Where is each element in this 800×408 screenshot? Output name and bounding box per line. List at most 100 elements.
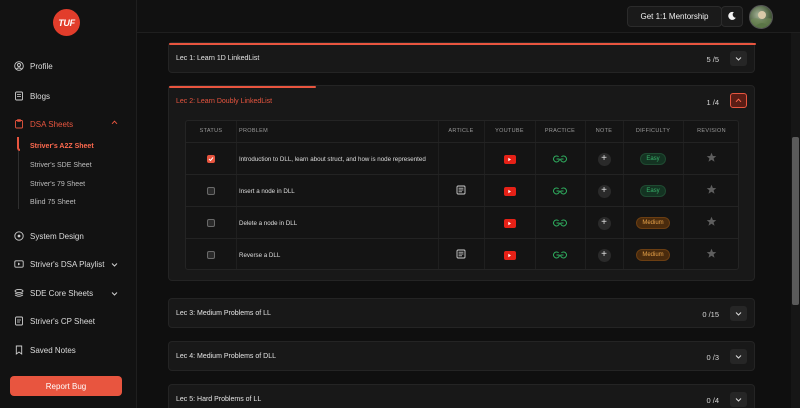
logo-text: TUF [58, 17, 75, 28]
lecture-count: 5 /5 [706, 55, 719, 64]
sidebar-item-label: Striver's CP Sheet [30, 316, 95, 326]
youtube-icon[interactable] [503, 250, 516, 260]
article-icon[interactable] [456, 182, 466, 200]
chevron-down-icon [735, 57, 742, 61]
star-icon[interactable] [706, 214, 717, 232]
submenu-active-indicator [17, 137, 20, 151]
sidebar-item-saved-notes[interactable]: Saved Notes [14, 345, 76, 355]
app-root: TUF Profile Blogs DSA Sheets Striver's A… [0, 0, 800, 408]
practice-link-icon[interactable] [552, 182, 568, 200]
check-icon [208, 157, 214, 162]
book-icon [14, 91, 24, 101]
sidebar-sheet-79[interactable]: Striver's 79 Sheet [30, 181, 85, 188]
status-checkbox[interactable] [207, 251, 215, 259]
sidebar: TUF Profile Blogs DSA Sheets Striver's A… [0, 0, 137, 408]
practice-link-icon[interactable] [552, 150, 568, 168]
star-icon[interactable] [706, 150, 717, 168]
report-bug-button[interactable]: Report Bug [10, 376, 122, 396]
sidebar-item-system-design[interactable]: System Design [14, 231, 84, 241]
status-checkbox[interactable] [207, 155, 215, 163]
sidebar-item-label: SDE Core Sheets [30, 288, 94, 298]
practice-link-icon[interactable] [552, 246, 568, 264]
star-icon[interactable] [706, 182, 717, 200]
lecture-count: 0 /3 [706, 353, 719, 362]
lecture-expand-button[interactable] [730, 392, 747, 407]
lecture-progress-bar [169, 43, 756, 45]
problem-name[interactable]: Reverse a DLL [236, 239, 438, 269]
table-row: Reverse a DLL + Medium [186, 238, 738, 269]
youtube-icon[interactable] [503, 218, 516, 228]
lecture-title: Lec 3: Medium Problems of LL [176, 310, 271, 317]
lecture-card[interactable]: Lec 4: Medium Problems of DLL 0 /3 [168, 341, 755, 371]
sidebar-item-label: System Design [30, 231, 84, 241]
column-header-status: STATUS [199, 127, 223, 134]
scrollbar-thumb[interactable] [792, 137, 799, 305]
add-note-button[interactable]: + [597, 184, 611, 198]
article-icon[interactable] [456, 246, 466, 264]
status-checkbox[interactable] [207, 187, 215, 195]
difficulty-badge: Medium [636, 217, 670, 229]
add-note-button[interactable]: + [597, 248, 611, 262]
lecture-progress-bar [169, 86, 316, 88]
sidebar-sheet-blind75[interactable]: Blind 75 Sheet [30, 199, 76, 206]
lecture-expand-button[interactable] [730, 306, 747, 321]
sidebar-item-dsa-sheets[interactable]: DSA Sheets [14, 119, 73, 129]
chevron-down-icon [735, 355, 742, 359]
lecture-card[interactable]: Lec 3: Medium Problems of LL 0 /15 [168, 298, 755, 328]
lecture-card-expanded[interactable]: Lec 2: Learn Doubly LinkedList 1 /4 STAT… [168, 85, 755, 281]
problem-name[interactable]: Delete a node in DLL [236, 207, 438, 239]
lecture-expand-button[interactable] [730, 51, 747, 66]
top-header: Get 1:1 Mentorship [137, 0, 800, 33]
chevron-down-icon [735, 398, 742, 402]
sidebar-item-cp-sheet[interactable]: Striver's CP Sheet [14, 316, 95, 326]
sidebar-item-blogs[interactable]: Blogs [14, 91, 50, 101]
main-content: Lec 1: Learn 1D LinkedList 5 /5 Lec 2: L… [137, 33, 791, 408]
user-icon [14, 61, 24, 71]
moon-icon [727, 8, 737, 26]
avatar[interactable] [749, 5, 773, 29]
sidebar-item-dsa-playlist[interactable]: Striver's DSA Playlist [14, 259, 104, 269]
lecture-title: Lec 2: Learn Doubly LinkedList [176, 98, 273, 105]
star-icon[interactable] [706, 246, 717, 264]
column-header-revision: REVISION [697, 127, 726, 134]
lecture-card[interactable]: Lec 5: Hard Problems of LL 0 /4 [168, 384, 755, 408]
lecture-collapse-button[interactable] [730, 93, 747, 108]
sidebar-item-profile[interactable]: Profile [14, 61, 53, 71]
sidebar-sheet-sde[interactable]: Striver's SDE Sheet [30, 162, 92, 169]
lecture-count: 0 /15 [702, 310, 719, 319]
page-scrollbar[interactable] [791, 33, 800, 408]
add-note-button[interactable]: + [597, 216, 611, 230]
sidebar-sheet-a2z[interactable]: Striver's A2Z Sheet [30, 143, 94, 150]
lecture-title: Lec 5: Hard Problems of LL [176, 396, 262, 403]
problem-name[interactable]: Insert a node in DLL [236, 175, 438, 207]
problem-name[interactable]: Introduction to DLL, learn about struct,… [236, 143, 438, 175]
chevron-down-icon [735, 312, 742, 316]
tuf-logo[interactable]: TUF [53, 9, 80, 36]
lecture-expand-button[interactable] [730, 349, 747, 364]
lecture-title: Lec 4: Medium Problems of DLL [176, 353, 276, 360]
sidebar-item-sde-core[interactable]: SDE Core Sheets [14, 288, 93, 298]
column-header-youtube: YOUTUBE [495, 127, 524, 134]
youtube-icon[interactable] [503, 186, 516, 196]
mentorship-button[interactable]: Get 1:1 Mentorship [627, 6, 722, 27]
chevron-down-icon[interactable] [111, 290, 118, 299]
lecture-card[interactable]: Lec 1: Learn 1D LinkedList 5 /5 [168, 42, 756, 73]
chevron-down-icon[interactable] [111, 261, 118, 270]
practice-link-icon[interactable] [552, 214, 568, 232]
sidebar-item-label: Saved Notes [30, 345, 76, 355]
theme-toggle-button[interactable] [721, 6, 743, 27]
lecture-title: Lec 1: Learn 1D LinkedList [176, 55, 260, 62]
lecture-count: 0 /4 [706, 396, 719, 405]
sidebar-item-label: Profile [30, 61, 53, 71]
status-checkbox[interactable] [207, 219, 215, 227]
difficulty-badge: Easy [640, 153, 666, 165]
column-header-article: ARTICLE [448, 127, 474, 134]
sidebar-item-label: DSA Sheets [30, 119, 74, 129]
add-note-button[interactable]: + [597, 152, 611, 166]
chevron-up-icon[interactable] [111, 119, 118, 128]
lecture-count: 1 /4 [706, 98, 719, 107]
avatar-image [750, 11, 772, 28]
column-header-problem: PROBLEM [239, 127, 268, 134]
difficulty-badge: Medium [636, 249, 670, 261]
youtube-icon[interactable] [503, 154, 516, 164]
